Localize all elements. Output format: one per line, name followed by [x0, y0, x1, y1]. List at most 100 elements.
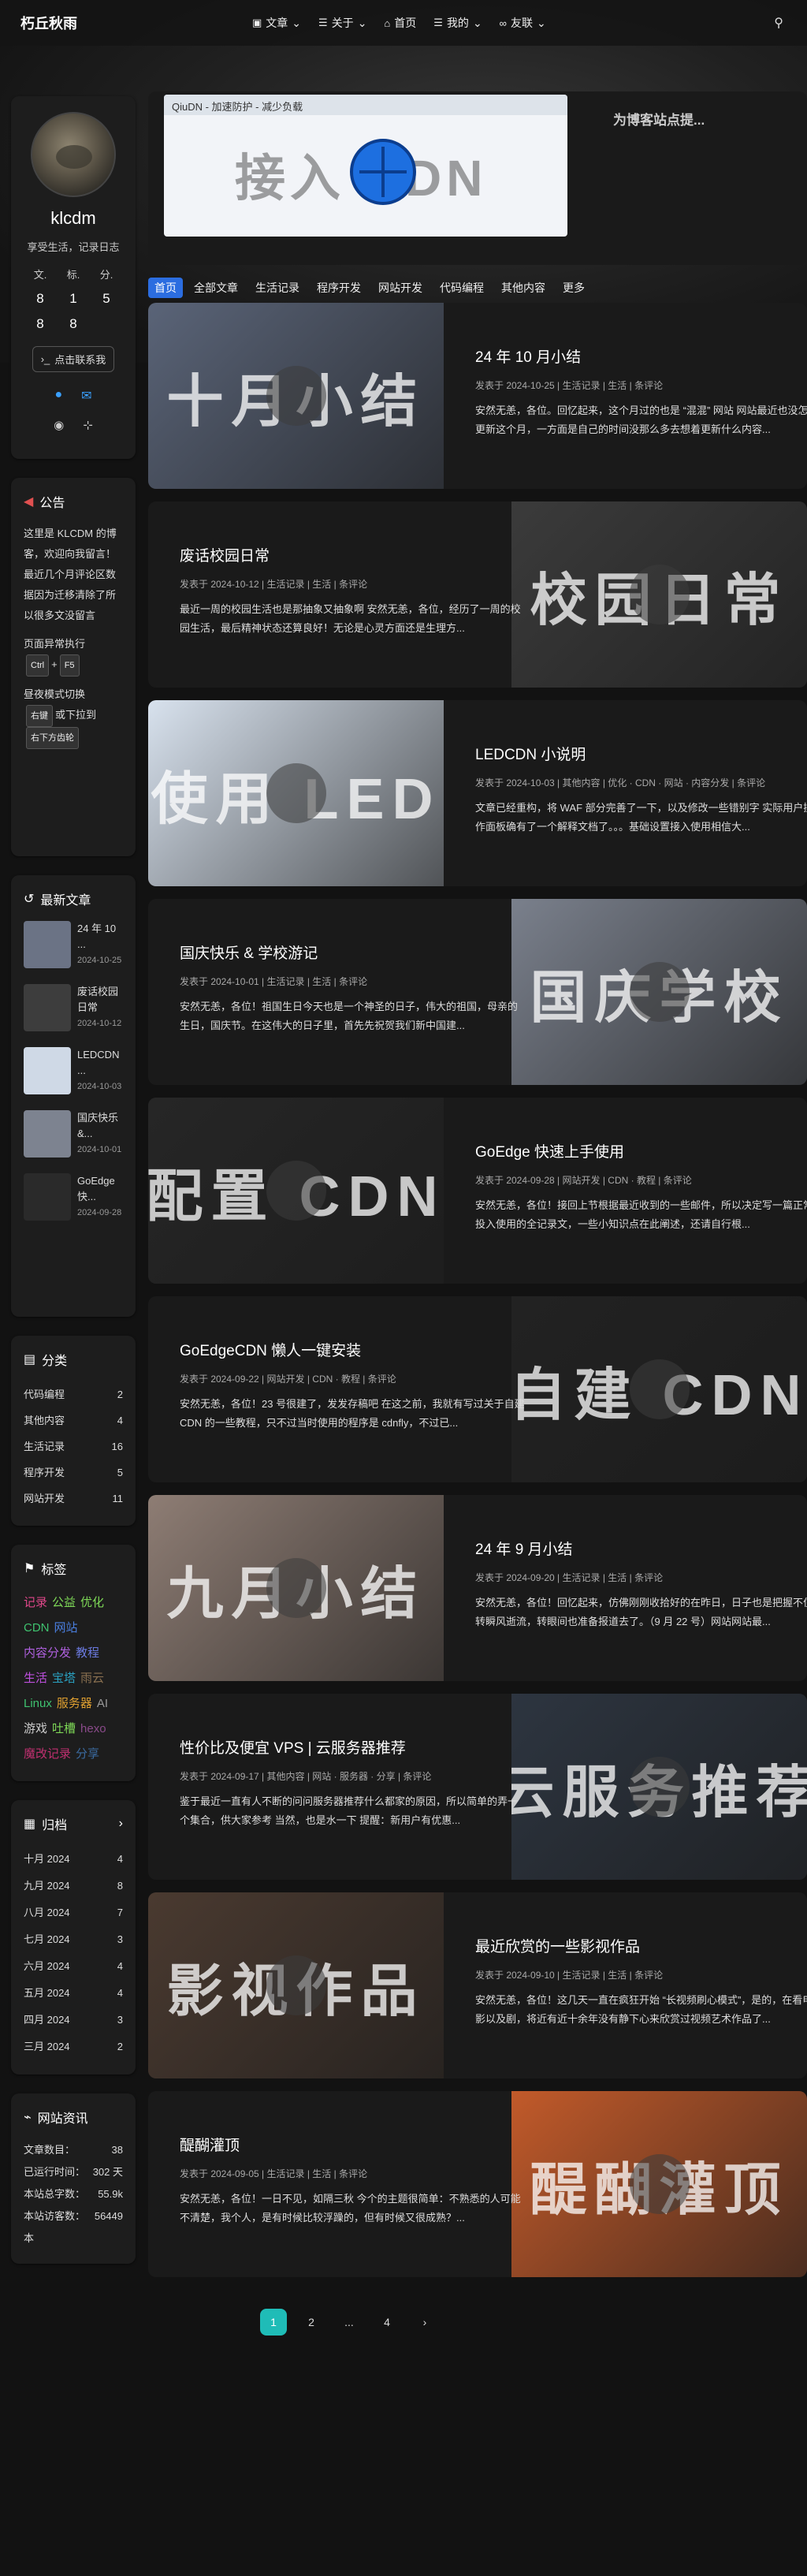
nav-home[interactable]: ⌂ 首页	[384, 15, 416, 31]
post-title[interactable]: LEDCDN 小说明	[475, 743, 807, 764]
featured-slider[interactable]: QiuDN - 加速防护 - 减少负载 接入 CDN 2024-04-06 为博…	[148, 91, 807, 265]
latest-post-thumb[interactable]	[24, 1047, 71, 1094]
tag-link[interactable]: 优化	[80, 1590, 104, 1616]
category-item[interactable]: 代码编程 2	[24, 1381, 123, 1407]
post-card[interactable]: 醍醐灌顶醍醐灌顶发表于 2024-09-05 | 生活记录 | 生活 | 条评论…	[148, 2091, 807, 2277]
post-title[interactable]: 24 年 9 月小结	[475, 1538, 807, 1559]
post-card[interactable]: 校园日常废话校园日常发表于 2024-10-12 | 生活记录 | 生活 | 条…	[148, 501, 807, 688]
tag-link[interactable]: hexo	[80, 1717, 106, 1742]
category-item[interactable]: 网站开发 11	[24, 1486, 123, 1512]
category-item[interactable]: 其他内容 4	[24, 1407, 123, 1433]
post-thumbnail[interactable]: 自建 CDN	[511, 1296, 807, 1482]
tag-link[interactable]: 网站	[54, 1616, 78, 1641]
latest-post-title[interactable]: LEDCDN ...	[77, 1047, 123, 1079]
post-card[interactable]: 自建 CDN GoEdgeCDN 懒人一键安装 发表于 2024-09-22 | 网…	[148, 1296, 807, 1482]
post-card[interactable]: 十月小结 24 年 10 月小结发表于 2024-10-25 | 生活记录 | 生…	[148, 303, 807, 489]
post-title[interactable]: 24 年 10 月小结	[475, 345, 807, 367]
category-tab[interactable]: 代码编程	[433, 278, 490, 298]
post-title[interactable]: GoEdge 快速上手使用	[475, 1140, 807, 1161]
page-button[interactable]: 1	[260, 2309, 287, 2336]
post-card[interactable]: 国庆学校国庆快乐 & 学校游记发表于 2024-10-01 | 生活记录 | 生…	[148, 899, 807, 1085]
latest-post-thumb[interactable]	[24, 921, 71, 968]
rss-icon[interactable]: ◉	[54, 418, 64, 432]
latest-post-item[interactable]: 国庆快乐 &... 2024-10-01	[24, 1110, 123, 1158]
tag-link[interactable]: 魔改记录	[24, 1742, 71, 1767]
tag-link[interactable]: 游戏	[24, 1717, 47, 1742]
latest-post-item[interactable]: GoEdge 快... 2024-09-28	[24, 1173, 123, 1221]
tag-link[interactable]: 分享	[76, 1742, 99, 1767]
latest-post-title[interactable]: GoEdge 快...	[77, 1173, 123, 1205]
avatar[interactable]	[31, 112, 116, 197]
latest-post-title[interactable]: 废话校园日常	[77, 984, 123, 1016]
next-page-button[interactable]: ›	[411, 2309, 438, 2336]
archive-item[interactable]: 九月 2024 8	[24, 1873, 123, 1899]
chevron-right-icon[interactable]: ›	[119, 1817, 123, 1831]
site-brand[interactable]: 朽丘秋雨	[20, 13, 77, 33]
latest-post-title[interactable]: 24 年 10 ...	[77, 921, 123, 952]
post-thumbnail[interactable]: 云服务推荐	[511, 1694, 807, 1880]
category-item[interactable]: 程序开发 5	[24, 1459, 123, 1486]
post-title[interactable]: GoEdgeCDN 懒人一键安装	[180, 1339, 526, 1360]
github-icon[interactable]: ●	[54, 388, 62, 404]
featured-image[interactable]: QiuDN - 加速防护 - 减少负载 接入 CDN	[164, 95, 567, 237]
category-tab[interactable]: 首页	[148, 278, 183, 298]
archive-item[interactable]: 四月 2024 3	[24, 2007, 123, 2034]
featured-title[interactable]: 为博客站点提...	[613, 109, 705, 129]
post-thumbnail[interactable]: 影视作品	[148, 1892, 444, 2078]
page-button[interactable]: 2	[298, 2309, 325, 2336]
latest-post-thumb[interactable]	[24, 1173, 71, 1221]
archive-item[interactable]: 五月 2024 4	[24, 1980, 123, 2007]
post-title[interactable]: 醍醐灌顶	[180, 2134, 526, 2155]
archive-item[interactable]: 七月 2024 3	[24, 1926, 123, 1953]
post-thumbnail[interactable]: 十月小结	[148, 303, 444, 489]
sitemap-icon[interactable]: ⊹	[83, 418, 93, 432]
post-card[interactable]: 影视作品最近欣赏的一些影视作品发表于 2024-09-10 | 生活记录 | 生…	[148, 1892, 807, 2078]
nav-articles[interactable]: ▣ 文章 ⌄	[252, 15, 301, 31]
stat-label[interactable]: 分.	[90, 267, 123, 281]
category-tab[interactable]: 更多	[556, 278, 591, 298]
post-thumbnail[interactable]: 国庆学校	[511, 899, 807, 1085]
latest-post-item[interactable]: 废话校园日常 2024-10-12	[24, 984, 123, 1031]
category-tab[interactable]: 全部文章	[188, 278, 244, 298]
tag-link[interactable]: 教程	[76, 1641, 99, 1666]
post-title[interactable]: 最近欣赏的一些影视作品	[475, 1935, 807, 1956]
archive-item[interactable]: 六月 2024 4	[24, 1953, 123, 1980]
category-tab[interactable]: 程序开发	[311, 278, 367, 298]
post-title[interactable]: 国庆快乐 & 学校游记	[180, 941, 526, 963]
tag-link[interactable]: 服务器	[57, 1691, 92, 1717]
post-thumbnail[interactable]: 校园日常	[511, 501, 807, 688]
tag-link[interactable]: CDN	[24, 1616, 50, 1641]
stat-label[interactable]: 文.	[24, 267, 57, 281]
post-card[interactable]: 使用 LED LEDCDN 小说明 发表于 2024-10-03 | 其他内容 | …	[148, 700, 807, 886]
post-title[interactable]: 性价比及便宜 VPS | 云服务器推荐	[180, 1736, 526, 1758]
category-tab[interactable]: 网站开发	[372, 278, 429, 298]
nav-mine[interactable]: ☰ 我的 ⌄	[433, 15, 482, 31]
tag-link[interactable]: 生活	[24, 1666, 47, 1691]
tag-link[interactable]: 公益	[52, 1590, 76, 1616]
archive-item[interactable]: 三月 2024 2	[24, 2034, 123, 2060]
tag-link[interactable]: 吐槽	[52, 1717, 76, 1742]
category-item[interactable]: 生活记录 16	[24, 1433, 123, 1459]
tag-link[interactable]: Linux	[24, 1691, 52, 1717]
latest-post-item[interactable]: LEDCDN ... 2024-10-03	[24, 1047, 123, 1094]
tag-link[interactable]: 雨云	[80, 1666, 104, 1691]
post-title[interactable]: 废话校园日常	[180, 544, 526, 565]
latest-post-item[interactable]: 24 年 10 ... 2024-10-25	[24, 921, 123, 968]
email-icon[interactable]: ✉	[81, 388, 91, 404]
category-tab[interactable]: 生活记录	[249, 278, 306, 298]
post-card[interactable]: 配置 CDN GoEdge 快速上手使用 发表于 2024-09-28 | 网站开发…	[148, 1098, 807, 1284]
post-thumbnail[interactable]: 九月小结	[148, 1495, 444, 1681]
archive-item[interactable]: 十月 2024 4	[24, 1846, 123, 1873]
latest-post-thumb[interactable]	[24, 984, 71, 1031]
archive-item[interactable]: 八月 2024 7	[24, 1899, 123, 1926]
tag-link[interactable]: AI	[97, 1691, 108, 1717]
post-card[interactable]: 九月小结 24 年 9 月小结发表于 2024-09-20 | 生活记录 | 生活…	[148, 1495, 807, 1681]
page-button[interactable]: 4	[374, 2309, 400, 2336]
post-card[interactable]: 云服务推荐性价比及便宜 VPS | 云服务器推荐发表于 2024-09-17 |…	[148, 1694, 807, 1880]
tag-link[interactable]: 内容分发	[24, 1641, 71, 1666]
nav-friends[interactable]: ∞ 友联 ⌄	[500, 15, 546, 31]
tag-link[interactable]: 宝塔	[52, 1666, 76, 1691]
contact-button[interactable]: ›_ 点击联系我	[32, 346, 115, 372]
category-tab[interactable]: 其他内容	[495, 278, 552, 298]
search-icon[interactable]: ⚲	[774, 15, 783, 31]
